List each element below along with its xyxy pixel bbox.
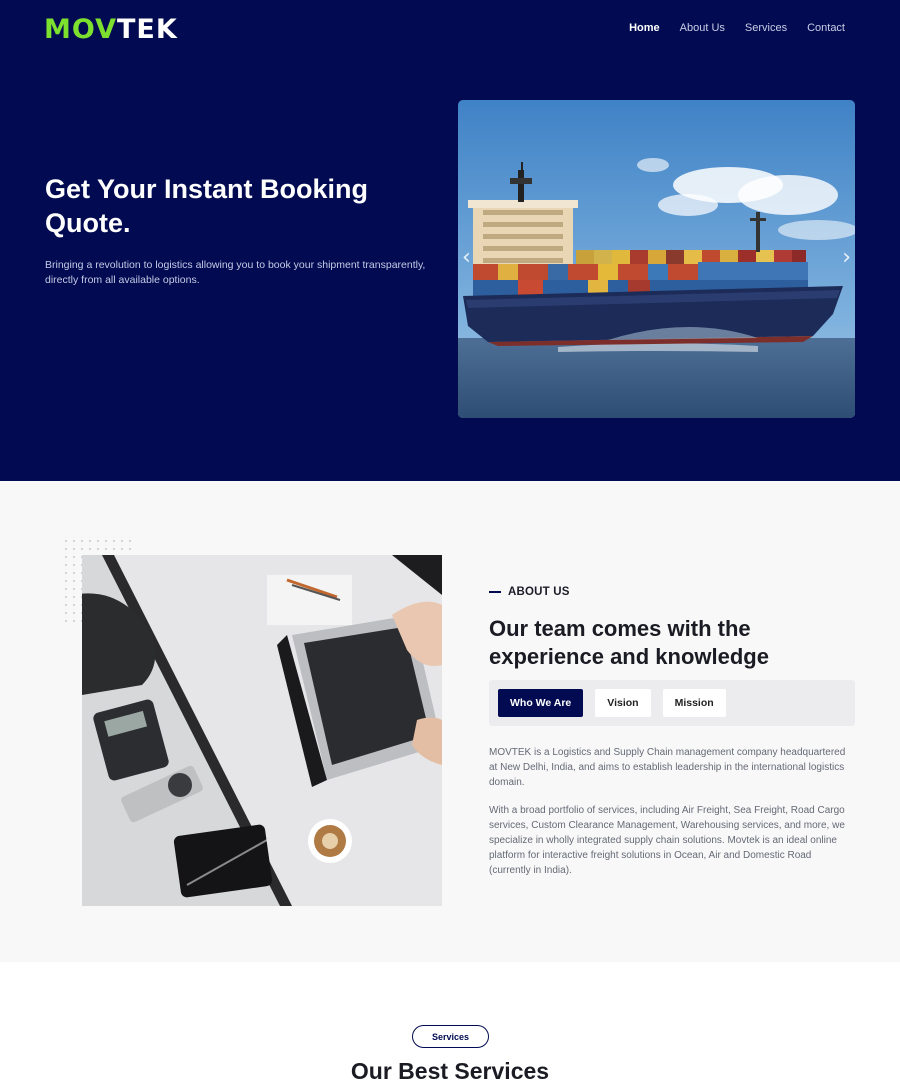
eyebrow-label: ABOUT US (508, 586, 570, 598)
about-eyebrow: ABOUT US (489, 586, 570, 598)
eyebrow-line (489, 591, 501, 593)
logo-part-mov: MOV (44, 14, 117, 45)
tab-mission[interactable]: Mission (662, 689, 726, 717)
tab-who-we-are[interactable]: Who We Are (498, 689, 584, 717)
services-section: Services Our Best Services (0, 962, 900, 1081)
about-section: ABOUT US Our team comes with the experie… (0, 481, 900, 962)
services-title: Our Best Services (350, 1058, 550, 1081)
logo-part-tek: TEK (117, 14, 178, 45)
logo[interactable]: MOVTEK (44, 16, 178, 43)
nav-contact[interactable]: Contact (807, 22, 845, 34)
hero-image-slider[interactable]: ‹ › (458, 100, 855, 418)
chevron-right-icon[interactable]: › (842, 247, 851, 269)
nav-home[interactable]: Home (629, 22, 660, 34)
chevron-left-icon[interactable]: ‹ (462, 247, 471, 269)
main-nav: Home About Us Services Contact (629, 22, 845, 34)
about-paragraph-2: With a broad portfolio of services, incl… (489, 805, 845, 876)
about-paragraph-1: MOVTEK is a Logistics and Supply Chain m… (489, 747, 846, 788)
nav-about-us[interactable]: About Us (680, 22, 725, 34)
office-desk-image (82, 555, 442, 906)
container-ship-image (458, 100, 855, 418)
services-pill: Services (412, 1025, 489, 1048)
hero-section: MOVTEK Home About Us Services Contact Ge… (0, 0, 900, 481)
about-title: Our team comes with the experience and k… (489, 616, 769, 669)
nav-services[interactable]: Services (745, 22, 787, 34)
tab-vision[interactable]: Vision (595, 689, 651, 717)
about-tabs: Who We Are Vision Mission (489, 680, 855, 726)
hero-title: Get Your Instant Booking Quote. (45, 174, 369, 238)
hero-subtitle: Bringing a revolution to logistics allow… (45, 259, 426, 286)
